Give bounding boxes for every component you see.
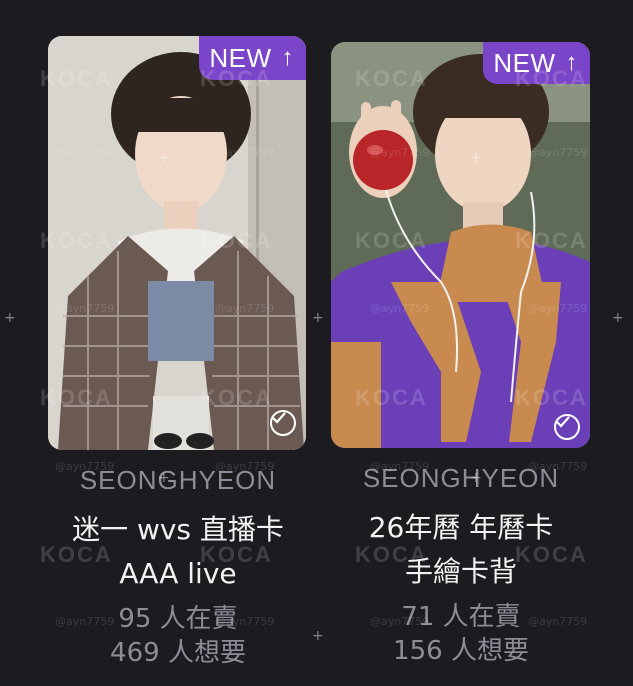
new-badge-label: NEW — [209, 42, 272, 73]
photocard-photo — [331, 42, 590, 448]
check-circle-icon[interactable] — [554, 414, 580, 440]
new-badge: NEW ↑ — [483, 42, 590, 84]
photocard-item[interactable]: NEW ↑ SEONGHYEON 26年曆 年曆卡 手繪卡背 71 人在賣 15… — [331, 36, 591, 668]
artist-name: SEONGHYEON — [362, 463, 560, 493]
arrow-up-icon: ↑ — [565, 49, 578, 76]
card-title-line: 26年曆 年曆卡 — [368, 511, 554, 544]
new-badge-label: NEW — [493, 47, 556, 78]
photocard-photo — [48, 36, 306, 450]
artist-name: SEONGHYEON — [79, 465, 277, 495]
sparkle-icon: + — [312, 310, 324, 326]
sellers-count: 71 人在賣 — [401, 602, 521, 632]
card-title-line: 迷一 wvs 直播卡 — [72, 513, 284, 546]
photocard-grid: NEW ↑ SEONGHYEON 迷一 wvs 直播卡 AAA live 95 … — [0, 0, 633, 686]
card-title[interactable]: 26年曆 年曆卡 手繪卡背 — [331, 506, 591, 594]
sparkle-icon: + — [612, 310, 624, 326]
arrow-up-icon: ↑ — [281, 44, 294, 71]
card-title-line: AAA live — [119, 557, 237, 590]
sparkle-icon: + — [312, 628, 324, 644]
photocard-image[interactable]: NEW ↑ — [48, 36, 306, 450]
wanters-count: 469 人想要 — [110, 638, 246, 668]
photocard-image[interactable]: NEW ↑ — [331, 42, 590, 448]
wanters-count: 156 人想要 — [393, 636, 529, 666]
card-title-line: 手繪卡背 — [404, 555, 517, 588]
card-title[interactable]: 迷一 wvs 直播卡 AAA live — [48, 508, 308, 596]
sellers-count: 95 人在賣 — [118, 604, 238, 634]
check-circle-icon[interactable] — [270, 410, 296, 436]
new-badge: NEW ↑ — [199, 36, 306, 80]
photocard-item[interactable]: NEW ↑ SEONGHYEON 迷一 wvs 直播卡 AAA live 95 … — [48, 36, 308, 670]
sparkle-icon: + — [4, 310, 16, 326]
